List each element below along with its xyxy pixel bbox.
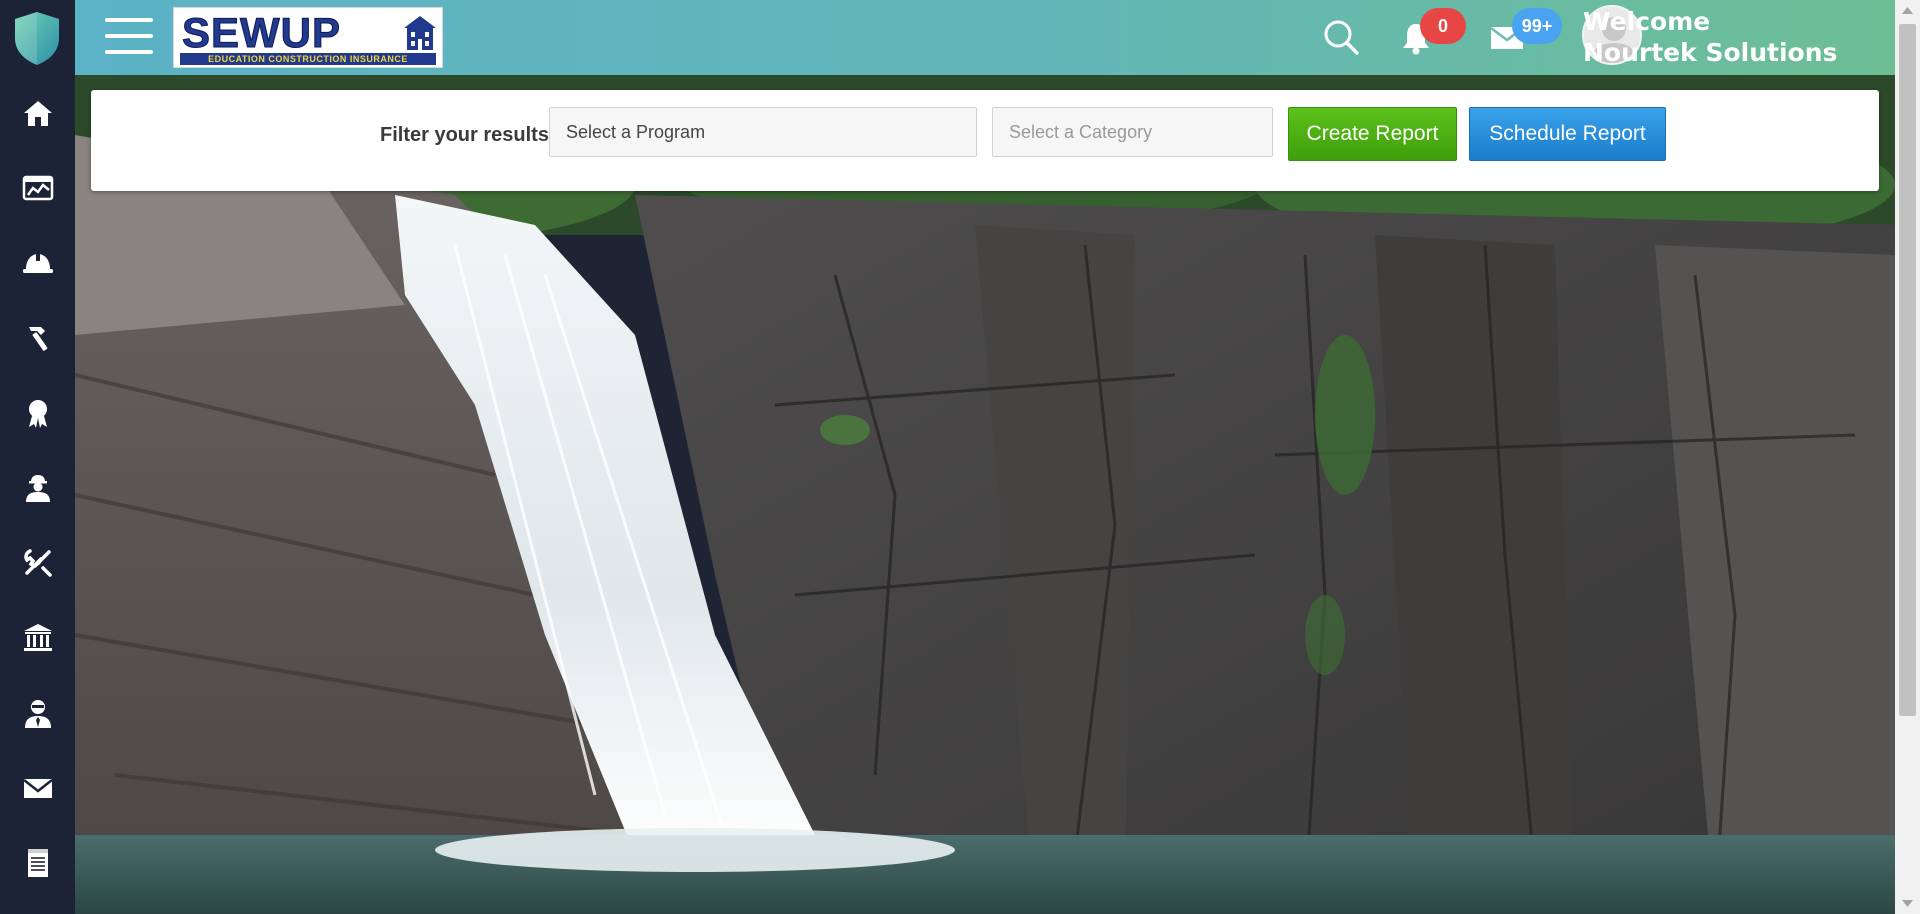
sidebar-item-messages[interactable]	[0, 758, 75, 818]
sidebar	[0, 0, 75, 914]
tools-icon	[23, 549, 52, 577]
messages-count-badge: 99+	[1512, 8, 1562, 44]
top-header: SEWUP EDUCATION CONSTRUCTION INSURANCE 0…	[75, 0, 1895, 75]
home-icon	[23, 101, 52, 126]
search-icon[interactable]	[1322, 18, 1360, 56]
user-name: Nourtek Solutions	[1583, 38, 1838, 67]
dashboard-chart-icon	[22, 175, 53, 201]
brand-tagline: EDUCATION CONSTRUCTION INSURANCE	[180, 53, 436, 65]
menu-toggle-icon[interactable]	[105, 18, 153, 56]
create-report-button[interactable]: Create Report	[1288, 107, 1457, 161]
messages-button[interactable]: 99+	[1490, 8, 1580, 60]
sidebar-item-documents[interactable]	[0, 833, 75, 893]
hard-hat-icon	[22, 252, 53, 273]
scrollbar-thumb[interactable]	[1899, 24, 1916, 716]
sidebar-item-workers[interactable]	[0, 458, 75, 518]
sidebar-item-awards[interactable]	[0, 383, 75, 443]
notifications-count-badge: 0	[1420, 8, 1466, 44]
brand-name: SEWUP	[181, 9, 342, 56]
category-select[interactable]: Select a Category	[992, 107, 1273, 157]
user-greeting[interactable]: Welcome Nourtek Solutions	[1583, 6, 1837, 68]
scroll-up-arrow-icon[interactable]	[1895, 0, 1920, 22]
hammer-icon	[28, 327, 47, 351]
program-select[interactable]: Select a Program	[549, 107, 977, 157]
sidebar-item-dashboard[interactable]	[0, 158, 75, 218]
envelope-icon	[22, 779, 53, 798]
sidebar-item-home[interactable]	[0, 83, 75, 143]
filter-panel: Filter your results Select a Program Sel…	[91, 90, 1879, 191]
brand-logo[interactable]: SEWUP EDUCATION CONSTRUCTION INSURANCE	[173, 7, 443, 68]
sidebar-item-bank[interactable]	[0, 608, 75, 668]
document-icon	[27, 849, 48, 877]
shield-logo-icon[interactable]	[12, 10, 62, 66]
sidebar-item-tools[interactable]	[0, 533, 75, 593]
category-select-placeholder: Select a Category	[1009, 122, 1153, 142]
notifications-button[interactable]: 0	[1398, 8, 1478, 60]
schoolhouse-icon	[404, 16, 436, 50]
user-tie-icon	[24, 700, 51, 728]
program-select-placeholder: Select a Program	[566, 122, 706, 142]
vertical-scrollbar[interactable]	[1895, 0, 1920, 914]
background-waterfall-image	[75, 75, 1895, 914]
sidebar-item-construction[interactable]	[0, 308, 75, 368]
sidebar-item-users[interactable]	[0, 683, 75, 743]
award-ribbon-icon	[28, 400, 47, 428]
welcome-text: Welcome	[1583, 7, 1711, 36]
worker-icon	[25, 475, 50, 502]
bank-icon	[23, 624, 52, 651]
filter-label: Filter your results	[380, 124, 549, 146]
sidebar-item-safety[interactable]	[0, 233, 75, 293]
scroll-down-arrow-icon[interactable]	[1895, 892, 1920, 914]
schedule-report-button[interactable]: Schedule Report	[1469, 107, 1666, 161]
